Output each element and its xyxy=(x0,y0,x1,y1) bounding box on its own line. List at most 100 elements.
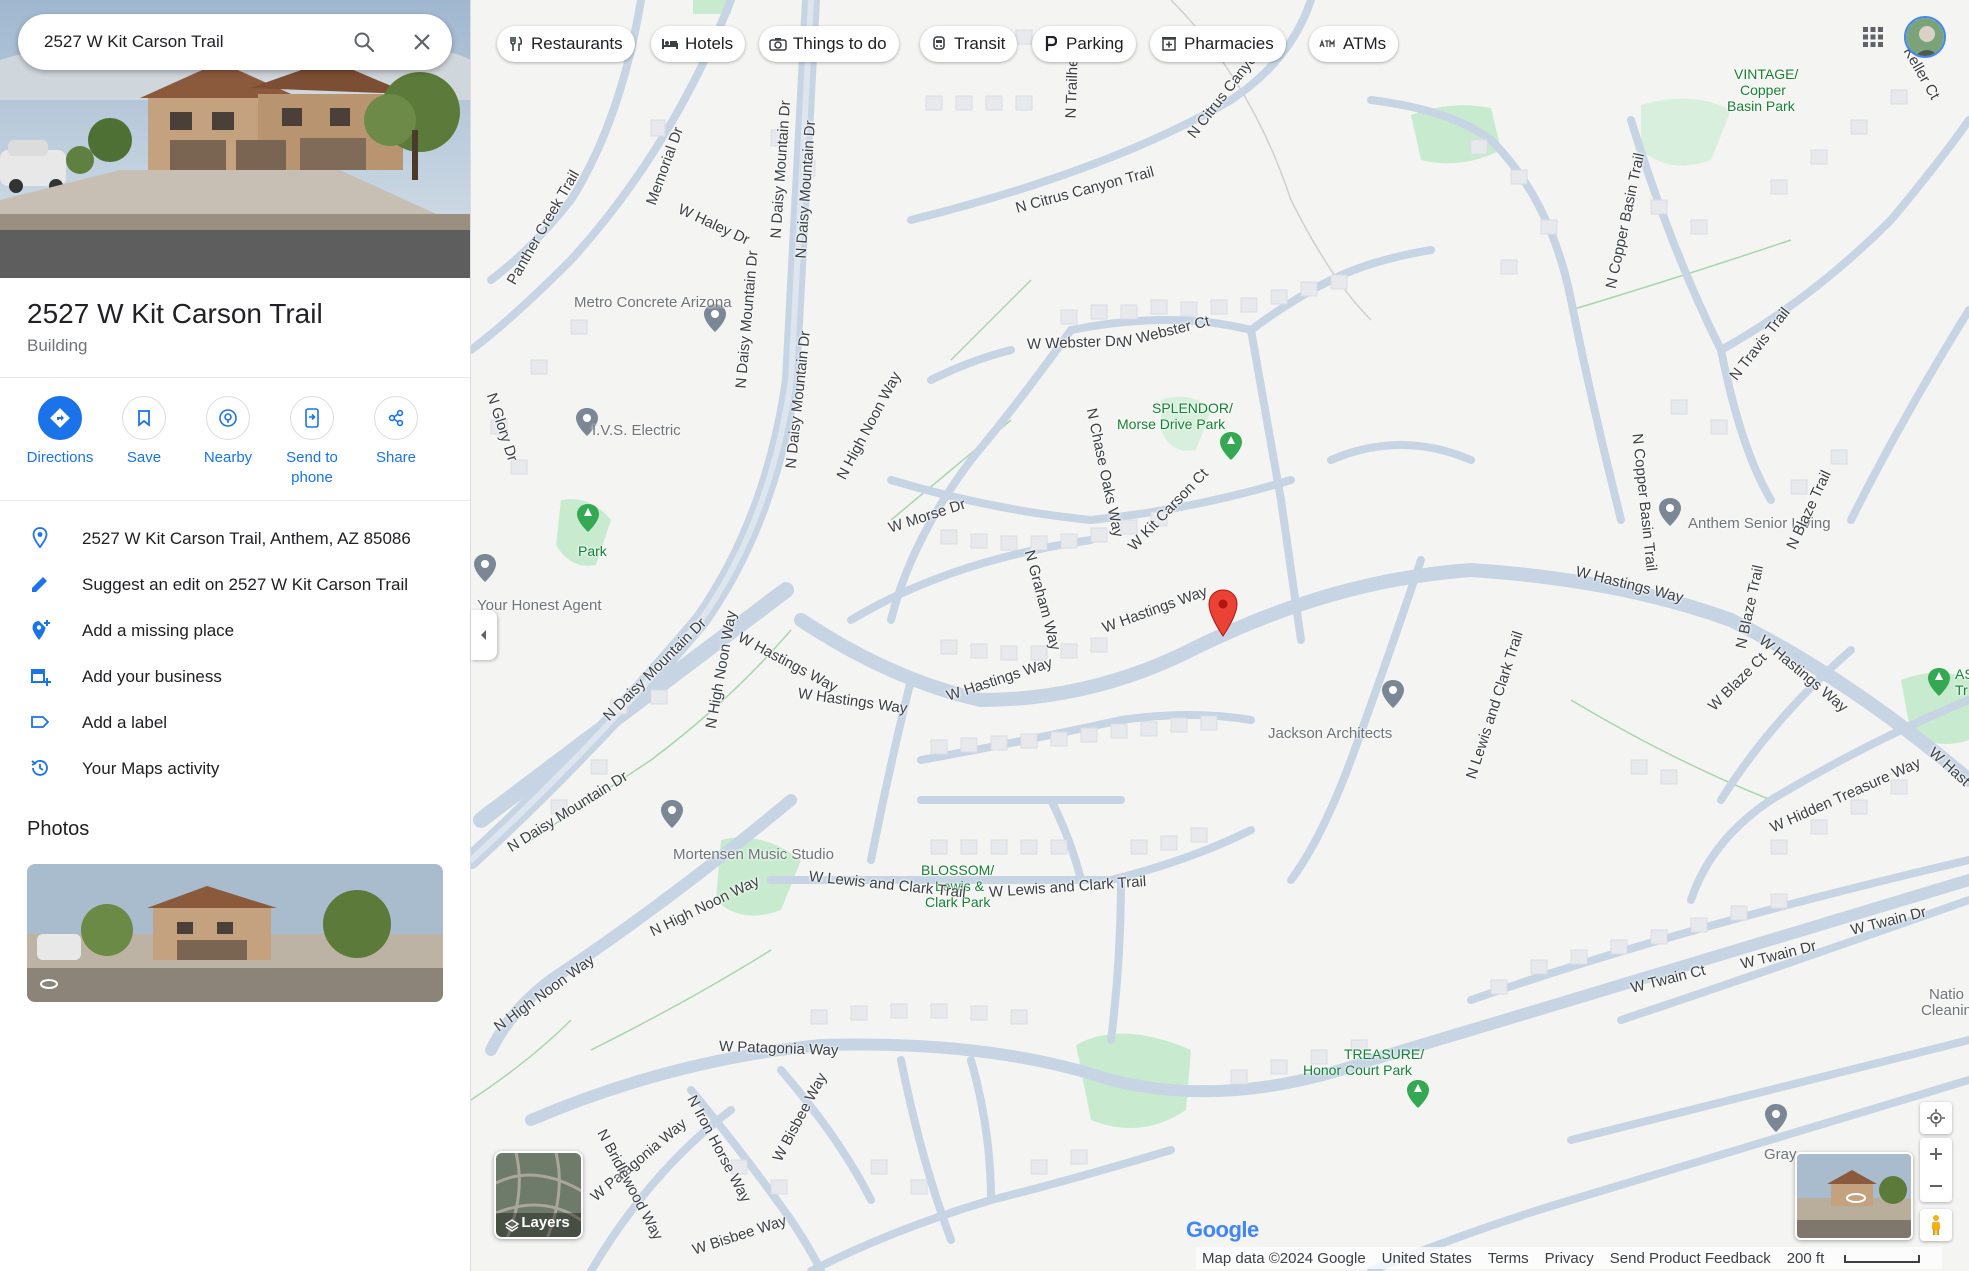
location-pin-icon xyxy=(28,526,52,550)
google-logo: Google xyxy=(1186,1217,1259,1242)
parking-icon xyxy=(1042,35,1060,53)
country-link[interactable]: United States xyxy=(1382,1250,1472,1267)
add-label-text: Add a label xyxy=(82,713,168,732)
close-icon[interactable] xyxy=(410,30,434,54)
maps-activity-text: Your Maps activity xyxy=(82,759,220,778)
chip-hotels[interactable]: Hotels xyxy=(651,26,746,62)
divider xyxy=(0,377,470,378)
directions-button[interactable]: Directions xyxy=(18,396,102,468)
maps-activity-row[interactable]: Your Maps activity xyxy=(0,748,470,788)
chip-parking[interactable]: Parking xyxy=(1032,26,1136,62)
pegman-button[interactable] xyxy=(1920,1209,1952,1241)
chip-pharmacies[interactable]: Pharmacies xyxy=(1150,26,1286,62)
map-place-label[interactable]: Cleanin xyxy=(1921,1002,1969,1019)
map-place-label[interactable]: Honor Court Park xyxy=(1303,1062,1412,1078)
search-icon[interactable] xyxy=(352,30,376,54)
save-label: Save xyxy=(126,449,162,466)
chevron-left-icon xyxy=(481,630,486,640)
chip-atms[interactable]: ATMs xyxy=(1309,26,1399,62)
layers-label: Layers xyxy=(521,1214,570,1231)
scale-label[interactable]: 200 ft xyxy=(1787,1250,1937,1267)
add-business-icon xyxy=(28,664,52,688)
plus-icon xyxy=(1930,1148,1942,1160)
save-button[interactable]: Save xyxy=(102,396,186,468)
nearby-icon xyxy=(206,396,250,440)
history-icon xyxy=(28,756,52,780)
chip-restaurants[interactable]: Restaurants xyxy=(497,26,635,62)
map-place-label[interactable]: Gray xyxy=(1764,1146,1797,1163)
map-place-label[interactable]: AS xyxy=(1955,666,1969,682)
collapse-panel-button[interactable] xyxy=(471,610,497,660)
add-business-text: Add your business xyxy=(82,667,222,686)
map-place-label[interactable]: VINTAGE/ xyxy=(1734,66,1798,82)
chip-label: ATMs xyxy=(1343,34,1387,53)
search-input[interactable] xyxy=(44,32,334,52)
chip-transit[interactable]: Transit xyxy=(920,26,1018,62)
place-category[interactable]: Building xyxy=(27,336,88,356)
road-label: W Webster Dr xyxy=(1026,332,1122,353)
crosshair-icon xyxy=(1927,1109,1945,1127)
google-apps-icon[interactable] xyxy=(1860,24,1886,50)
add-missing-place-text: Add a missing place xyxy=(82,621,235,640)
divider xyxy=(0,500,470,501)
my-location-button[interactable] xyxy=(1920,1102,1952,1134)
scale-bar xyxy=(1844,1254,1921,1263)
map-place-label[interactable]: Morse Drive Park xyxy=(1117,416,1225,432)
chip-label: Transit xyxy=(954,34,1006,53)
action-bar: Directions Save Nearby Send to phone Sha… xyxy=(18,396,458,486)
pencil-icon xyxy=(28,572,52,596)
map-place-label[interactable]: Your Honest Agent xyxy=(477,597,602,614)
chip-label: Hotels xyxy=(685,34,734,53)
place-panel: 2527 W Kit Carson Trail Building Directi… xyxy=(0,0,471,1271)
map-canvas[interactable]: Metro Concrete Arizona I.V.S. Electric P… xyxy=(471,0,1969,1271)
terms-link[interactable]: Terms xyxy=(1488,1250,1529,1267)
nearby-label: Nearby xyxy=(203,449,253,466)
scale-text: 200 ft xyxy=(1786,1249,1825,1267)
map-place-label[interactable]: Tr xyxy=(1955,682,1968,698)
address-row[interactable]: 2527 W Kit Carson Trail, Anthem, AZ 8508… xyxy=(0,518,470,558)
pharmacy-icon xyxy=(1160,35,1178,53)
map-place-label[interactable]: Jackson Architects xyxy=(1268,725,1392,742)
map-data-attribution: Map data ©2024 Google xyxy=(1202,1249,1366,1267)
bookmark-icon xyxy=(122,396,166,440)
share-button[interactable]: Share xyxy=(354,396,438,468)
feedback-link[interactable]: Send Product Feedback xyxy=(1610,1250,1771,1267)
send-to-phone-label: Send to phone xyxy=(286,449,338,486)
add-missing-place-row[interactable]: Add a missing place xyxy=(0,610,470,650)
atm-icon xyxy=(1319,35,1337,53)
map-place-label[interactable]: Mortensen Music Studio xyxy=(673,846,834,863)
add-label-row[interactable]: Add a label xyxy=(0,702,470,742)
map-place-label[interactable]: TREASURE/ xyxy=(1344,1046,1424,1062)
transit-icon xyxy=(930,35,948,53)
map-place-label[interactable]: I.V.S. Electric xyxy=(592,422,681,439)
map-place-label[interactable]: Metro Concrete Arizona xyxy=(574,294,732,311)
map-place-label[interactable]: Basin Park xyxy=(1727,98,1795,114)
hotel-icon xyxy=(661,35,679,53)
nearby-button[interactable]: Nearby xyxy=(186,396,270,468)
suggest-edit-row[interactable]: Suggest an edit on 2527 W Kit Carson Tra… xyxy=(0,564,470,604)
camera-icon xyxy=(769,35,787,53)
photos-heading: Photos xyxy=(27,818,90,840)
zoom-out-button[interactable] xyxy=(1920,1170,1952,1202)
add-business-row[interactable]: Add your business xyxy=(0,656,470,696)
send-to-phone-button[interactable]: Send to phone xyxy=(270,396,354,488)
map-place-label[interactable]: BLOSSOM/ xyxy=(921,862,994,878)
search-box[interactable] xyxy=(18,14,452,70)
layers-button[interactable]: Layers xyxy=(494,1151,583,1239)
privacy-link[interactable]: Privacy xyxy=(1545,1250,1594,1267)
avatar[interactable] xyxy=(1904,16,1946,58)
chip-label: Pharmacies xyxy=(1184,34,1274,53)
chip-label: Things to do xyxy=(793,34,887,53)
map-place-label[interactable]: Copper xyxy=(1740,82,1786,98)
chip-label: Restaurants xyxy=(531,34,623,53)
zoom-in-button[interactable] xyxy=(1920,1138,1952,1170)
chip-label: Parking xyxy=(1066,34,1124,53)
map-place-label[interactable]: Park xyxy=(578,543,607,559)
street-view-photo[interactable] xyxy=(27,864,443,1002)
map-place-label[interactable]: Natio xyxy=(1929,986,1964,1003)
directions-icon xyxy=(38,396,82,440)
map-place-label[interactable]: SPLENDOR/ xyxy=(1152,400,1233,416)
chip-things-to-do[interactable]: Things to do xyxy=(759,26,899,62)
pegman-icon xyxy=(1932,1215,1940,1235)
street-view-preview[interactable] xyxy=(1795,1152,1913,1240)
